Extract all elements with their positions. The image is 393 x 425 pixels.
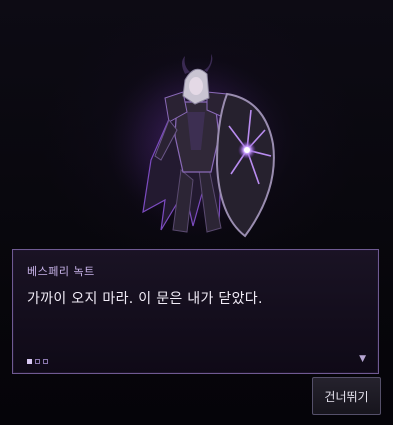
speaker-name: 베스페리 녹트 — [27, 265, 95, 278]
page-indicator — [27, 359, 48, 364]
cutscene-screen: 베스페리 녹트 가까이 오지 마라. 이 문은 내가 닫았다. ▼ 건너뛰기 — [0, 0, 393, 425]
face — [189, 77, 203, 95]
dialogue-box[interactable]: 베스페리 녹트 가까이 오지 마라. 이 문은 내가 닫았다. ▼ — [12, 249, 379, 374]
page-dot — [27, 359, 32, 364]
page-dot — [35, 359, 40, 364]
down-triangle-icon[interactable]: ▼ — [359, 354, 366, 364]
dialogue-text: 가까이 오지 마라. 이 문은 내가 닫았다. — [27, 291, 263, 307]
skip-button[interactable]: 건너뛰기 — [312, 377, 381, 415]
character-portrait — [100, 45, 290, 245]
page-dot — [43, 359, 48, 364]
